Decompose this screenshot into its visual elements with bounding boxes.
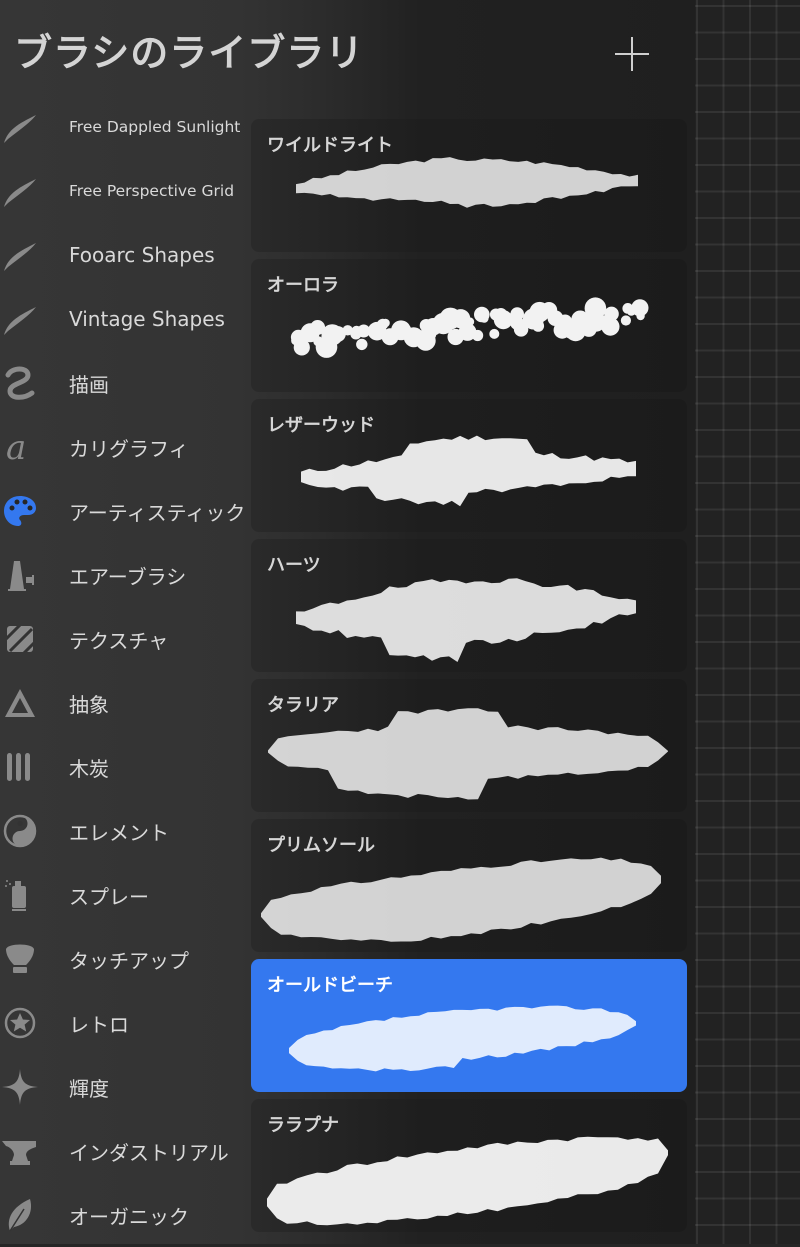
brush-set-label: 描画 xyxy=(69,372,109,397)
brush-name: ワイルドライト xyxy=(267,135,393,156)
brush-set-item[interactable]: Free Dappled Sunlight xyxy=(0,95,250,159)
brush-set-item[interactable]: 木炭 xyxy=(0,735,250,799)
brush-stroke-icon xyxy=(2,237,38,273)
page-title: ブラシのライブラリ xyxy=(14,31,365,75)
brush-set-item[interactable]: Free Perspective Grid xyxy=(0,159,250,223)
brush-set-item[interactable]: 輝度 xyxy=(0,1055,250,1119)
brush-set-label: エレメント xyxy=(69,820,169,845)
brush-set-label: Vintage Shapes xyxy=(69,307,225,331)
texture-icon xyxy=(2,621,38,657)
makeup-brush-icon xyxy=(2,941,38,977)
triangle-icon xyxy=(2,685,38,721)
brush-item[interactable]: オールドビーチ xyxy=(251,959,687,1092)
brush-set-label: Free Perspective Grid xyxy=(69,182,235,200)
brush-list: ワイルドライト オーロラレザーウッド ハーツタラリアプリムソール オールドビーチ ララプ… xyxy=(251,119,687,1239)
brush-set-label: エアーブラシ xyxy=(69,564,187,589)
brush-set-item[interactable]: 描画 xyxy=(0,351,250,415)
brush-name: レザーウッド xyxy=(267,415,375,436)
charcoal-icon xyxy=(2,749,38,785)
brush-set-item[interactable]: 抽象 xyxy=(0,671,250,735)
brush-set-label: アーティスティック xyxy=(69,500,246,525)
brush-item[interactable]: ハーツ xyxy=(251,539,687,672)
brush-set-item[interactable]: a カリグラフィ xyxy=(0,415,250,479)
yin-yang-icon xyxy=(2,813,38,849)
brush-set-item[interactable]: オーガニック xyxy=(0,1183,250,1247)
brush-set-item[interactable]: テクスチャ xyxy=(0,607,250,671)
brush-set-item[interactable]: Vintage Shapes xyxy=(0,287,250,351)
brush-item[interactable]: ララプナ xyxy=(251,1099,687,1232)
star-circle-icon xyxy=(2,1005,38,1041)
brush-set-label: インダストリアル xyxy=(69,1140,229,1165)
svg-text:a: a xyxy=(6,429,26,465)
brush-set-label: オーガニック xyxy=(69,1204,189,1229)
brush-set-item[interactable]: レトロ xyxy=(0,991,250,1055)
brush-stroke-icon xyxy=(2,109,38,145)
squiggle-icon xyxy=(2,365,38,401)
brush-set-item[interactable]: Fooarc Shapes xyxy=(0,223,250,287)
brush-name: プリムソール xyxy=(267,835,375,856)
brush-set-item[interactable]: エレメント xyxy=(0,799,250,863)
leaf-icon xyxy=(2,1197,38,1233)
brush-set-label: 輝度 xyxy=(69,1076,109,1101)
brush-set-item[interactable]: スプレー xyxy=(0,863,250,927)
brush-name: タラリア xyxy=(267,695,339,716)
brush-set-label: Fooarc Shapes xyxy=(69,243,215,267)
brush-set-item[interactable]: アーティスティック xyxy=(0,479,250,543)
brush-library-panel: ブラシのライブラリ Free Dappled Sunlight Free Pers… xyxy=(0,0,695,1244)
brush-stroke-icon xyxy=(2,173,38,209)
calligraphy-a-icon: a xyxy=(2,429,38,465)
brush-set-item[interactable]: インダストリアル xyxy=(0,1119,250,1183)
add-brush-set-button[interactable] xyxy=(612,34,652,74)
brush-item[interactable]: プリムソール xyxy=(251,819,687,952)
brush-set-label: 木炭 xyxy=(69,756,109,781)
brush-name: オールドビーチ xyxy=(267,975,393,996)
brush-set-label: Free Dappled Sunlight xyxy=(69,118,241,136)
canvas-grid-background xyxy=(690,0,800,1244)
brush-set-item[interactable]: エアーブラシ xyxy=(0,543,250,607)
brush-item[interactable]: レザーウッド xyxy=(251,399,687,532)
spray-can-icon xyxy=(2,877,38,913)
brush-name: ハーツ xyxy=(267,555,321,576)
brush-set-label: カリグラフィ xyxy=(69,436,189,461)
palette-icon xyxy=(2,493,38,529)
sparkle-icon xyxy=(2,1069,38,1105)
brush-set-item[interactable]: タッチアップ xyxy=(0,927,250,991)
brush-set-label: 抽象 xyxy=(69,692,109,717)
brush-set-label: レトロ xyxy=(69,1012,129,1037)
brush-item[interactable]: ワイルドライト xyxy=(251,119,687,252)
brush-set-list: Free Dappled Sunlight Free Perspective Gr… xyxy=(0,95,250,1247)
anvil-icon xyxy=(2,1133,38,1169)
brush-name: ララプナ xyxy=(267,1115,339,1136)
brush-name: オーロラ xyxy=(267,275,339,296)
brush-item[interactable]: オーロラ xyxy=(251,259,687,392)
brush-set-label: タッチアップ xyxy=(69,948,189,973)
brush-stroke-icon xyxy=(2,301,38,337)
brush-item[interactable]: タラリア xyxy=(251,679,687,812)
brush-set-label: スプレー xyxy=(69,884,149,909)
airbrush-icon xyxy=(2,557,38,593)
brush-set-label: テクスチャ xyxy=(69,628,169,653)
